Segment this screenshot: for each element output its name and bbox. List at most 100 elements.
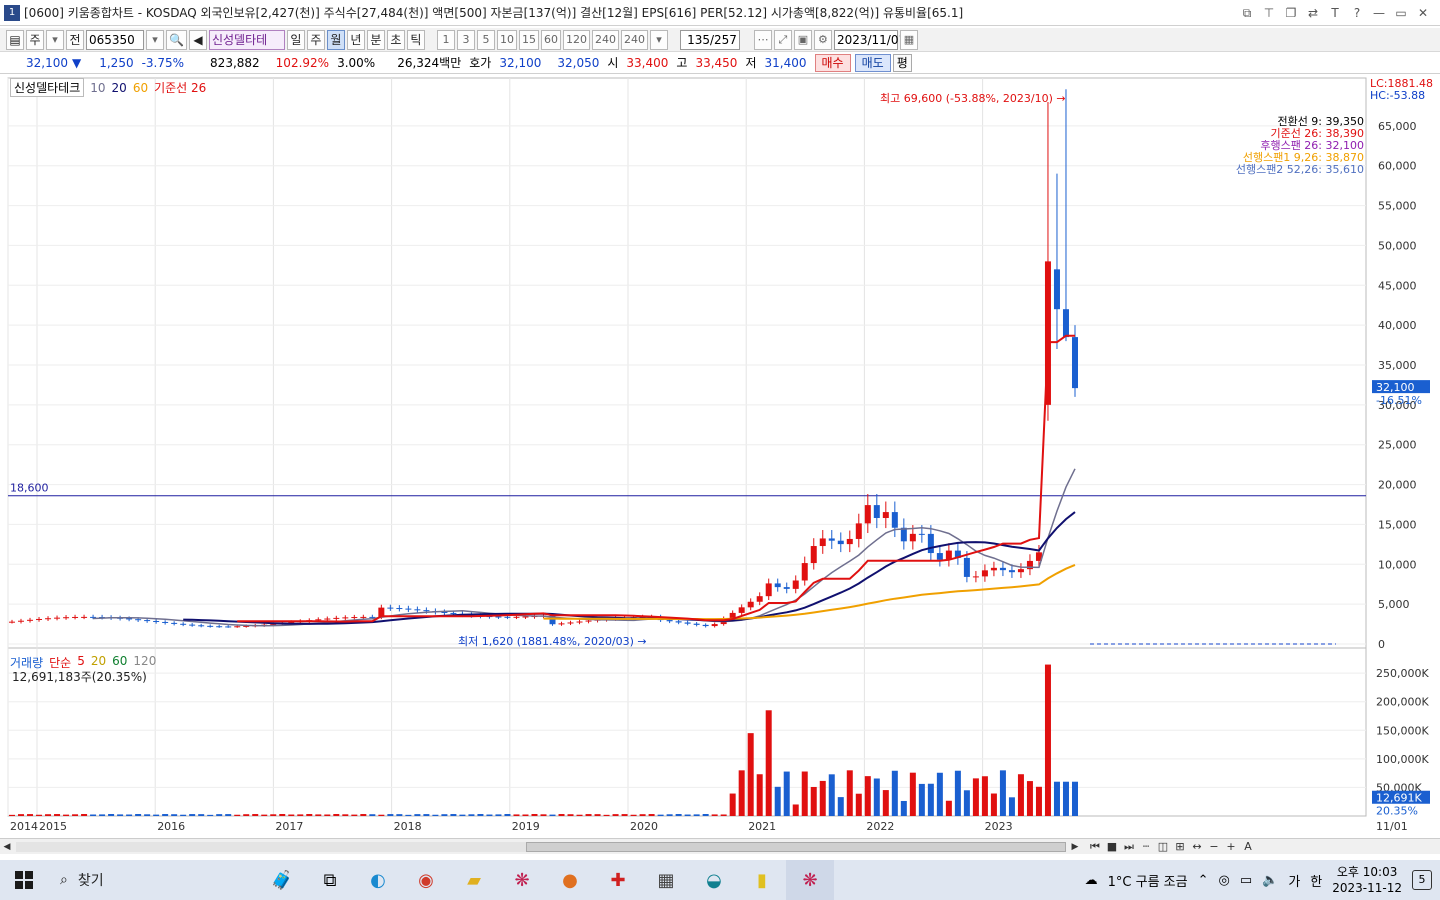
weather-text[interactable]: 1°C 구름 조금	[1108, 871, 1188, 890]
folder-icon[interactable]: ▰	[450, 860, 498, 900]
volume-bar	[828, 774, 835, 816]
interval-1[interactable]: 1	[436, 29, 455, 50]
windows-start-icon[interactable]	[0, 860, 48, 900]
zoom-out-icon[interactable]: −	[1207, 840, 1221, 854]
network-icon[interactable]: ▭	[1240, 873, 1252, 888]
kiwoom-icon[interactable]: ❋	[498, 860, 546, 900]
close-icon[interactable]: ✕	[1414, 4, 1432, 22]
prev-button[interactable]: 전	[66, 29, 84, 50]
tab-period-year[interactable]: 년	[346, 29, 365, 50]
maximize-icon[interactable]: ▭	[1392, 4, 1410, 22]
stock-code-input[interactable]: 065350	[86, 29, 144, 50]
calendar-icon[interactable]: ▦	[899, 29, 918, 50]
link-icon[interactable]: ⧉	[1238, 4, 1256, 22]
sound-icon[interactable]: ◀	[188, 29, 207, 50]
scroll-track[interactable]	[16, 841, 1066, 852]
interval-60[interactable]: 60	[540, 29, 561, 50]
split-icon[interactable]: ◫	[1156, 840, 1170, 854]
chart-scrollbar[interactable]: ◀ ▶ ⏮ ■ ⏭ ┄ ◫ ⊞ ↔ − + A	[0, 838, 1440, 854]
candle-body	[18, 620, 25, 622]
task-view-icon[interactable]: ⧉	[306, 860, 354, 900]
arrows-icon[interactable]: ↔	[1190, 840, 1204, 854]
notification-icon[interactable]: 5	[1412, 870, 1432, 890]
chart-area[interactable]: 2014 2015 2016 2017 2018 2019 2020 2021 2022 2023…	[0, 76, 1440, 838]
clock[interactable]: 오후 10:03 2023-11-12	[1332, 864, 1402, 896]
candle-body	[693, 623, 700, 625]
minimize-icon[interactable]: —	[1370, 4, 1388, 22]
interval-15[interactable]: 15	[518, 29, 539, 50]
legend-stock-name[interactable]: 신성델타테크	[10, 78, 85, 97]
layout-icon[interactable]: ▤	[6, 29, 24, 50]
tab-period-tick[interactable]: 틱	[406, 29, 425, 50]
edge-icon[interactable]: ◐	[354, 860, 402, 900]
tab-period-minute[interactable]: 분	[366, 29, 385, 50]
system-tray: ☁ 1°C 구름 조금 ⌃ ◎ ▭ 🔈 가 한 오후 10:03 2023-11…	[1085, 864, 1440, 896]
chrome-icon[interactable]: ◉	[402, 860, 450, 900]
interval-3[interactable]: 3	[456, 29, 475, 50]
window-number[interactable]: 1	[4, 4, 20, 21]
data-count-input[interactable]: 135/257	[679, 29, 740, 50]
save-icon[interactable]: ▣	[793, 29, 812, 50]
last-icon[interactable]: ⏭	[1122, 840, 1136, 854]
app-red-icon[interactable]: ✚	[594, 860, 642, 900]
stock-name[interactable]: 신성델타테	[208, 29, 285, 50]
stop-icon[interactable]: ■	[1105, 840, 1119, 854]
tab-period-day[interactable]: 일	[286, 29, 305, 50]
app-teal-icon[interactable]: ◒	[690, 860, 738, 900]
interval-10[interactable]: 10	[496, 29, 517, 50]
settings-icon[interactable]: ⚙	[813, 29, 832, 50]
volume-bar	[270, 814, 277, 816]
sell-button[interactable]: 매도	[854, 53, 891, 72]
zoom-in-icon[interactable]: +	[1224, 840, 1238, 854]
zoom-icon[interactable]: ⤢	[773, 29, 792, 50]
volume-icon[interactable]: 🔈	[1262, 873, 1278, 888]
stock-chart[interactable]: 2014 2015 2016 2017 2018 2019 2020 2021 2022 2023…	[0, 76, 1440, 838]
interval-5[interactable]: 5	[476, 29, 495, 50]
scroll-right-icon[interactable]: ▶	[1068, 840, 1082, 854]
tab-period-week[interactable]: 주	[306, 29, 325, 50]
tab-period-month[interactable]: 월	[326, 29, 345, 50]
grid-icon[interactable]: ⋯	[753, 29, 772, 50]
taskbar-search[interactable]: ⌕ 찾기	[48, 860, 258, 900]
buy-button[interactable]: 매수	[814, 53, 851, 72]
windows-taskbar: ⌕ 찾기 🧳 ⧉ ◐ ◉ ▰ ❋ ● ✚ ▦ ◒ ▮ ❋ ☁ 1°C 구름 조금…	[0, 860, 1440, 900]
ime-mode[interactable]: 한	[1310, 871, 1322, 890]
code-dropdown-icon[interactable]: ▾	[146, 29, 164, 50]
candle-body	[225, 626, 232, 628]
volume-bar	[72, 814, 79, 816]
weather-icon[interactable]: ☁	[1085, 873, 1098, 888]
interval-240[interactable]: 240	[591, 29, 619, 50]
custom-interval[interactable]: 240	[620, 29, 648, 50]
font-icon[interactable]: T	[1326, 4, 1344, 22]
volume-bar	[738, 770, 745, 816]
calculator-icon[interactable]: ▦	[642, 860, 690, 900]
volume-bar	[459, 814, 466, 816]
sync-icon[interactable]: ⇄	[1304, 4, 1322, 22]
window-restore-icon[interactable]: ❐	[1282, 4, 1300, 22]
sticky-notes-icon[interactable]: ▮	[738, 860, 786, 900]
interval-120[interactable]: 120	[562, 29, 590, 50]
meet-icon[interactable]: ◎	[1218, 873, 1229, 888]
tab-period-second[interactable]: 초	[386, 29, 405, 50]
kiwoom-active-icon[interactable]: ❋	[786, 860, 834, 900]
date-input[interactable]: 2023/11/01	[833, 29, 906, 50]
scroll-left-icon[interactable]: ◀	[0, 840, 14, 854]
ruler-icon[interactable]: ┄	[1139, 840, 1153, 854]
ichimoku-span2: 선행스팬2 52,26: 35,610	[1235, 163, 1364, 176]
scroll-thumb[interactable]	[526, 841, 1066, 852]
market-dropdown-icon[interactable]: ▾	[46, 29, 64, 50]
first-icon[interactable]: ⏮	[1088, 840, 1102, 854]
y-tick-label: 15,000	[1378, 518, 1417, 531]
avg-button[interactable]: 평	[892, 53, 912, 72]
help-icon[interactable]: ?	[1348, 4, 1366, 22]
merge-icon[interactable]: ⊞	[1173, 840, 1187, 854]
text-icon[interactable]: A	[1241, 840, 1255, 854]
pin-icon[interactable]: ⊤	[1260, 4, 1278, 22]
tray-expand-icon[interactable]: ⌃	[1198, 873, 1209, 888]
search-icon[interactable]: 🔍	[166, 29, 187, 50]
market-select[interactable]: 주	[26, 29, 44, 50]
app-orange-icon[interactable]: ●	[546, 860, 594, 900]
suitcase-icon[interactable]: 🧳	[258, 860, 306, 900]
ime-indicator[interactable]: 가	[1288, 871, 1300, 890]
interval-dropdown-icon[interactable]: ▾	[649, 29, 668, 50]
